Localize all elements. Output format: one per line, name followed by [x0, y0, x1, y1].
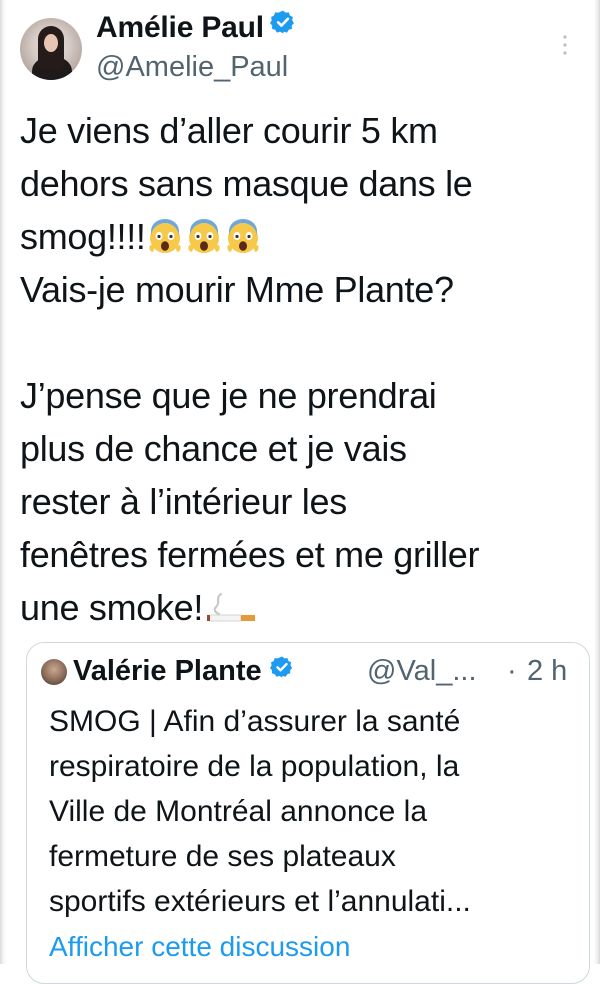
tweet-text-line-with-emoji: une smoke! [20, 581, 586, 634]
quoted-timestamp[interactable]: 2 h [527, 653, 567, 689]
verified-badge-icon [269, 652, 294, 688]
tweet-text-line-with-emojis: smog!!!! [20, 210, 586, 263]
tweet-text-line: smog!!!! [20, 216, 146, 257]
tweet-text: Je viens d’aller courir 5 km dehors sans… [20, 104, 586, 634]
quoted-author-display-name[interactable]: Valérie Plante [73, 655, 262, 687]
quoted-text-line: SMOG | Afin d’assurer la santé [49, 705, 461, 738]
tweet-text-line: rester à l’intérieur les [20, 481, 347, 522]
screaming-face-icon [185, 216, 223, 254]
author-name-row[interactable]: Amélie Paul [96, 10, 296, 47]
author-handle[interactable]: @Amelie_Paul [96, 50, 288, 84]
tweet-card[interactable]: Amélie Paul @Amelie_Paul Je viens d’alle… [10, 0, 594, 984]
quoted-author-name-row[interactable]: Valérie Plante [73, 653, 294, 690]
verified-badge-icon [269, 8, 296, 44]
cigarette-icon [207, 585, 259, 638]
tweet-text-line: Vais-je mourir Mme Plante? [20, 269, 454, 310]
dot-separator: · [507, 655, 517, 687]
quoted-text-line: sportifs extérieurs et l’annulati... [49, 885, 471, 918]
quoted-tweet[interactable]: Valérie Plante @Val_... · 2 h SMOG | Afi… [26, 642, 590, 984]
tweet-text-line: une smoke! [20, 587, 204, 628]
screaming-face-icon [224, 216, 262, 254]
avatar[interactable] [20, 18, 82, 80]
tweet-text-line: fenêtres fermées et me griller [20, 534, 480, 575]
tweet-text-line: dehors sans masque dans le [20, 163, 473, 204]
quoted-text-line: Ville de Montréal annonce la [49, 795, 428, 828]
tweet-text-line: plus de chance et je vais [20, 428, 407, 469]
show-thread-link[interactable]: Afficher cette discussion [49, 929, 350, 965]
more-vertical-icon[interactable] [562, 34, 567, 56]
tweet-text-line: Je viens d’aller courir 5 km [20, 110, 438, 151]
screaming-face-icon [146, 216, 184, 254]
quoted-author-handle[interactable]: @Val_... [367, 653, 477, 689]
quoted-avatar[interactable] [41, 659, 67, 685]
quoted-tweet-text: SMOG | Afin d’assurer la santé respirato… [49, 699, 579, 924]
quoted-text-line: respiratoire de la population, la [49, 750, 460, 783]
tweet-text-line: J’pense que je ne prendrai [20, 375, 437, 416]
author-display-name[interactable]: Amélie Paul [96, 11, 264, 44]
quoted-text-line: fermeture de ses plateaux [49, 840, 396, 873]
